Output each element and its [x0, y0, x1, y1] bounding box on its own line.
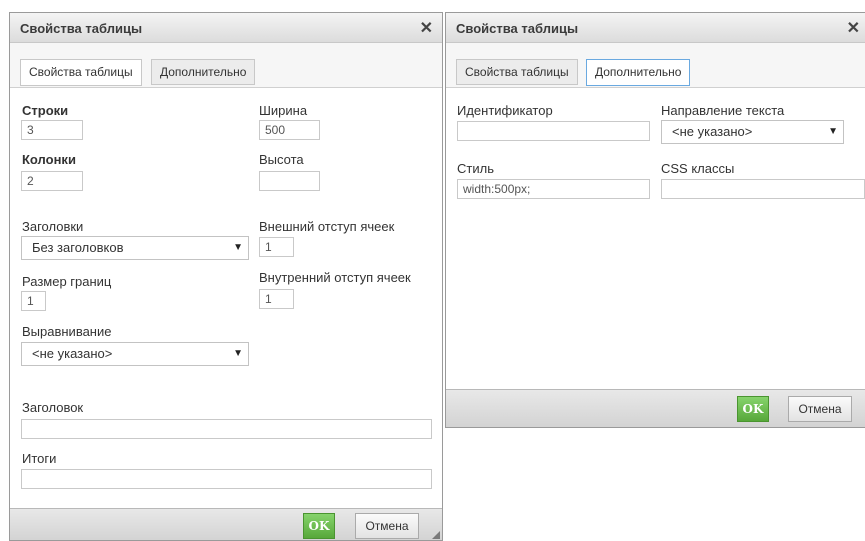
- ok-button[interactable]: OK: [737, 396, 769, 422]
- border-size-label: Размер границ: [22, 274, 112, 289]
- tab-table-properties[interactable]: Свойства таблицы: [456, 59, 578, 85]
- id-label: Идентификатор: [457, 103, 553, 118]
- headers-select[interactable]: Без заголовков ▼: [21, 236, 249, 260]
- close-icon[interactable]: ✕: [847, 18, 860, 38]
- alignment-select[interactable]: <не указано> ▼: [21, 342, 249, 366]
- dropdown-arrow-icon: ▼: [233, 348, 243, 359]
- headers-label: Заголовки: [22, 219, 84, 234]
- style-input[interactable]: width:500px;: [457, 179, 650, 199]
- tab-table-properties[interactable]: Свойства таблицы: [20, 59, 142, 86]
- cell-spacing-input[interactable]: 1: [259, 237, 294, 257]
- caption-input[interactable]: [21, 419, 432, 439]
- cancel-button[interactable]: Отмена: [355, 513, 419, 539]
- dialog-titlebar[interactable]: Свойства таблицы ✕: [446, 13, 865, 43]
- summary-input[interactable]: [21, 469, 432, 489]
- width-input[interactable]: 500: [259, 120, 320, 140]
- alignment-label: Выравнивание: [22, 324, 112, 339]
- cell-padding-input[interactable]: 1: [259, 289, 294, 309]
- cell-spacing-label: Внешний отступ ячеек: [259, 219, 395, 234]
- css-classes-input[interactable]: [661, 179, 865, 199]
- summary-label: Итоги: [22, 451, 57, 466]
- dialog-footer: OK Отмена: [446, 389, 865, 427]
- tab-bar: Свойства таблицы Дополнительно: [10, 43, 442, 88]
- alignment-select-value: <не указано>: [32, 346, 113, 361]
- tab-advanced[interactable]: Дополнительно: [586, 59, 691, 86]
- dropdown-arrow-icon: ▼: [233, 242, 243, 253]
- rows-label: Строки: [22, 103, 69, 118]
- height-label: Высота: [259, 152, 304, 167]
- dialog-title: Свойства таблицы: [20, 21, 143, 36]
- cancel-button[interactable]: Отмена: [788, 396, 852, 422]
- ok-button[interactable]: OK: [303, 513, 335, 539]
- dropdown-arrow-icon: ▼: [828, 126, 838, 137]
- caption-label: Заголовок: [22, 400, 84, 415]
- css-classes-label: CSS классы: [661, 161, 735, 176]
- rows-input[interactable]: 3: [21, 120, 83, 140]
- columns-label: Колонки: [22, 152, 76, 167]
- table-properties-dialog-left: Свойства таблицы ✕ Свойства таблицы Допо…: [9, 12, 443, 541]
- tab-advanced[interactable]: Дополнительно: [151, 59, 256, 85]
- columns-input[interactable]: 2: [21, 171, 83, 191]
- text-direction-label: Направление текста: [661, 103, 785, 118]
- dialog-titlebar[interactable]: Свойства таблицы ✕: [10, 13, 442, 43]
- dialog-title: Свойства таблицы: [456, 21, 579, 36]
- text-direction-select[interactable]: <не указано> ▼: [661, 120, 844, 144]
- width-label: Ширина: [259, 103, 308, 118]
- border-size-input[interactable]: 1: [21, 291, 46, 311]
- close-icon[interactable]: ✕: [420, 18, 433, 38]
- id-input[interactable]: [457, 121, 650, 141]
- resize-handle-icon[interactable]: [432, 531, 440, 539]
- cell-padding-label: Внутренний отступ ячеек: [259, 270, 411, 285]
- dialog-footer: OK Отмена: [10, 508, 442, 540]
- height-input[interactable]: [259, 171, 320, 191]
- headers-select-value: Без заголовков: [32, 240, 124, 255]
- table-properties-dialog-right: Свойства таблицы ✕ Свойства таблицы Допо…: [445, 12, 865, 428]
- text-direction-select-value: <не указано>: [672, 124, 753, 139]
- style-label: Стиль: [457, 161, 494, 176]
- tab-bar: Свойства таблицы Дополнительно: [446, 43, 865, 88]
